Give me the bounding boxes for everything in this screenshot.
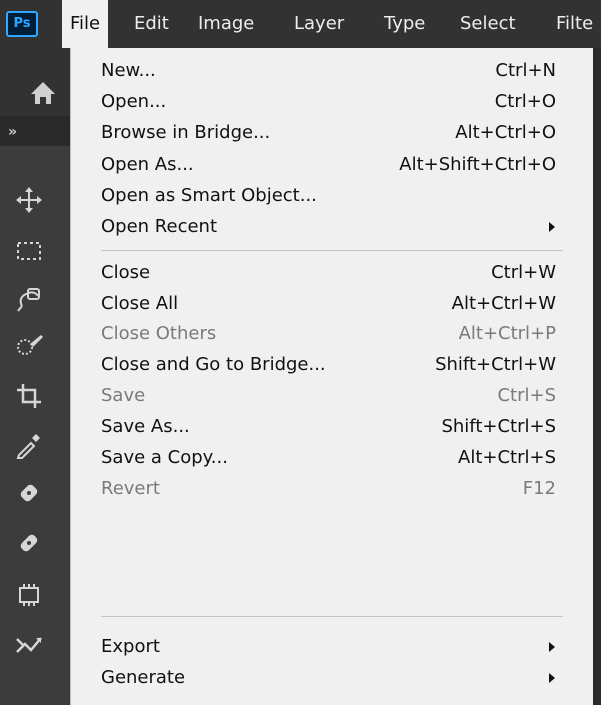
file-menu-dropdown: New... Ctrl+N Open... Ctrl+O Browse in B… xyxy=(70,48,593,705)
menu-item-open-as-smart-object[interactable]: Open as Smart Object... xyxy=(71,181,593,211)
right-panel-edge xyxy=(593,48,601,705)
menu-item-revert: Revert F12 xyxy=(71,474,593,504)
submenu-arrow-icon xyxy=(549,222,555,232)
menu-item-generate[interactable]: Generate xyxy=(71,663,593,693)
menu-item-shortcut: Alt+Shift+Ctrl+O xyxy=(399,154,556,175)
submenu-arrow-icon xyxy=(549,673,555,683)
object-select-icon[interactable] xyxy=(14,284,44,314)
menu-item-open-as[interactable]: Open As... Alt+Shift+Ctrl+O xyxy=(71,150,593,180)
photoshop-window: Ps File Edit Image Layer Type Select Fil… xyxy=(0,0,601,705)
menu-item-label: Close and Go to Bridge... xyxy=(101,354,326,375)
menu-item-save-a-copy[interactable]: Save a Copy... Alt+Ctrl+S xyxy=(71,443,593,473)
collapse-panel-icon[interactable]: » xyxy=(8,124,17,140)
crop-icon[interactable] xyxy=(14,381,44,411)
menu-item-open[interactable]: Open... Ctrl+O xyxy=(71,87,593,117)
menu-item-save-as[interactable]: Save As... Shift+Ctrl+S xyxy=(71,412,593,442)
menu-type[interactable]: Type xyxy=(376,0,433,48)
quick-select-icon[interactable] xyxy=(14,330,44,360)
menu-item-close-others: Close Others Alt+Ctrl+P xyxy=(71,319,593,349)
menu-item-browse-in-bridge[interactable]: Browse in Bridge... Alt+Ctrl+O xyxy=(71,118,593,148)
menu-separator xyxy=(101,250,563,251)
menu-item-label: Save a Copy... xyxy=(101,447,228,468)
menu-item-shortcut: Alt+Ctrl+S xyxy=(458,447,556,468)
eyedropper-icon[interactable] xyxy=(14,430,44,460)
menu-separator xyxy=(101,616,563,617)
menu-item-label: Revert xyxy=(101,478,160,499)
menu-image[interactable]: Image xyxy=(190,0,262,48)
menu-item-shortcut: F12 xyxy=(522,478,556,499)
menu-item-label: Generate xyxy=(101,667,186,688)
menu-item-shortcut: Shift+Ctrl+W xyxy=(435,354,556,375)
submenu-arrow-icon xyxy=(549,642,555,652)
menu-item-shortcut: Ctrl+W xyxy=(491,262,556,283)
menu-item-shortcut: Shift+Ctrl+S xyxy=(441,416,556,437)
spot-healing-icon[interactable] xyxy=(14,478,44,508)
menu-filter[interactable]: Filte xyxy=(548,0,601,48)
menu-item-shortcut: Ctrl+N xyxy=(495,60,556,81)
photoshop-logo: Ps xyxy=(6,11,38,37)
menu-edit[interactable]: Edit xyxy=(126,0,177,48)
marquee-icon[interactable] xyxy=(14,236,44,266)
healing-brush-icon[interactable] xyxy=(14,528,44,558)
menu-select[interactable]: Select xyxy=(452,0,524,48)
menu-item-shortcut: Alt+Ctrl+P xyxy=(458,323,556,344)
menu-item-label: Save xyxy=(101,385,146,406)
menu-item-save: Save Ctrl+S xyxy=(71,381,593,411)
move-icon[interactable] xyxy=(14,185,44,215)
menu-item-close[interactable]: Close Ctrl+W xyxy=(71,258,593,288)
home-icon[interactable] xyxy=(28,78,58,108)
menu-bar: Ps File Edit Image Layer Type Select Fil… xyxy=(0,0,601,48)
menu-item-shortcut: Ctrl+O xyxy=(494,91,556,112)
menu-item-close-and-go-to-bridge[interactable]: Close and Go to Bridge... Shift+Ctrl+W xyxy=(71,350,593,380)
menu-layer[interactable]: Layer xyxy=(286,0,352,48)
menu-file[interactable]: File xyxy=(62,0,109,48)
menu-item-open-recent[interactable]: Open Recent xyxy=(71,212,593,242)
menu-item-label: Close xyxy=(101,262,151,283)
menu-item-label: Open as Smart Object... xyxy=(101,185,317,206)
menu-item-new[interactable]: New... Ctrl+N xyxy=(71,56,593,86)
menu-item-close-all[interactable]: Close All Alt+Ctrl+W xyxy=(71,289,593,319)
menu-item-label: Close All xyxy=(101,293,179,314)
menu-item-shortcut: Alt+Ctrl+O xyxy=(455,122,556,143)
menu-item-label: New... xyxy=(101,60,156,81)
menu-item-shortcut: Alt+Ctrl+W xyxy=(451,293,556,314)
menu-item-label: Close Others xyxy=(101,323,217,344)
menu-item-export[interactable]: Export xyxy=(71,632,593,662)
menu-item-label: Browse in Bridge... xyxy=(101,122,271,143)
menu-item-label: Save As... xyxy=(101,416,190,437)
patch-icon[interactable] xyxy=(14,580,44,610)
menu-item-label: Export xyxy=(101,636,160,657)
content-aware-move-icon[interactable] xyxy=(14,630,44,660)
menu-item-shortcut: Ctrl+S xyxy=(497,385,556,406)
menu-item-label: Open... xyxy=(101,91,167,112)
menu-item-label: Open Recent xyxy=(101,216,218,237)
menu-item-label: Open As... xyxy=(101,154,194,175)
